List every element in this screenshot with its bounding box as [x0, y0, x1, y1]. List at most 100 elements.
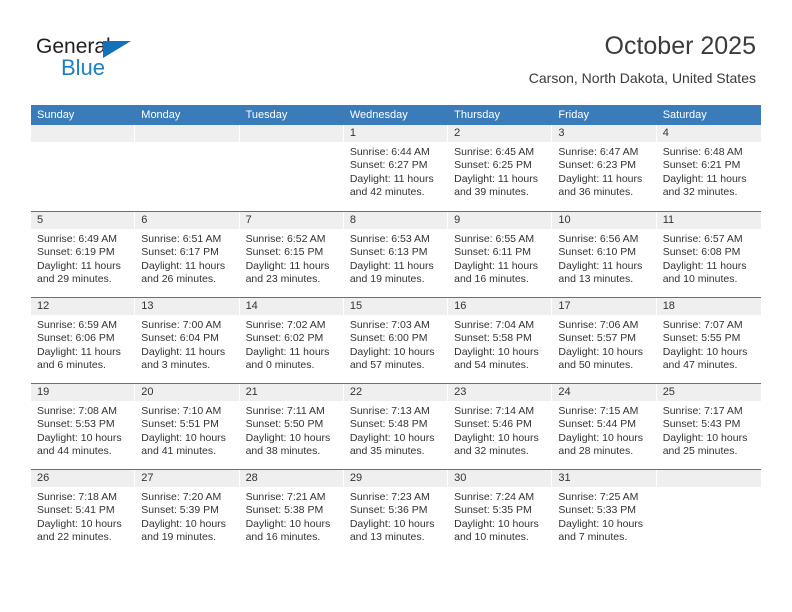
calendar-day-cell[interactable]: 17 Sunrise: 7:06 AM Sunset: 5:57 PM Dayligh… — [552, 298, 657, 383]
calendar-day-cell[interactable]: 13 Sunrise: 7:00 AM Sunset: 6:04 PM Dayligh… — [135, 298, 240, 383]
calendar-day-cell[interactable]: 24 Sunrise: 7:15 AM Sunset: 5:44 PM Dayligh… — [552, 384, 657, 469]
daylight-text-line2: and 57 minutes. — [349, 359, 425, 372]
calendar-day-cell[interactable]: 19 Sunrise: 7:08 AM Sunset: 5:53 PM Dayligh… — [31, 384, 136, 469]
day-sun-info: Sunrise: 7:00 AM Sunset: 6:04 PM Daylight:… — [135, 315, 239, 373]
calendar-day-cell[interactable]: 6 Sunrise: 6:51 AM Sunset: 6:17 PM Daylight… — [135, 212, 240, 297]
day-number-band: 22 — [343, 384, 449, 401]
sunset-text: Sunset: 5:33 PM — [558, 504, 637, 517]
sunset-text: Sunset: 5:36 PM — [349, 504, 428, 517]
sunset-text: Sunset: 5:51 PM — [141, 418, 219, 431]
sunrise-text: Sunrise: 7:24 AM — [454, 491, 535, 503]
day-number-band: 5 — [31, 212, 136, 229]
day-sun-info: Sunrise: 6:45 AM Sunset: 6:25 PM Daylight:… — [448, 142, 552, 200]
day-number: 10 — [558, 214, 571, 226]
calendar-day-cell[interactable]: 29 Sunrise: 7:23 AM Sunset: 5:36 PM Dayligh… — [343, 470, 449, 555]
day-number: 4 — [662, 127, 669, 139]
calendar-day-cell[interactable]: 12 Sunrise: 6:59 AM Sunset: 6:06 PM Dayligh… — [31, 298, 136, 383]
daylight-text-line1: Daylight: 11 hours — [245, 345, 330, 358]
page-subtitle: Carson, North Dakota, United States — [528, 70, 756, 86]
day-sun-info: Sunrise: 7:06 AM Sunset: 5:57 PM Daylight:… — [552, 315, 656, 373]
daylight-text-line2: and 35 minutes. — [349, 445, 425, 458]
sunrise-text: Sunrise: 7:21 AM — [245, 491, 326, 503]
sunset-text: Sunset: 5:38 PM — [245, 504, 324, 517]
day-number: 29 — [349, 472, 363, 484]
daylight-text-line1: Daylight: 10 hours — [349, 345, 435, 358]
calendar-day-cell[interactable]: 1 Sunrise: 6:44 AM Sunset: 6:27 PM Daylight… — [343, 125, 449, 211]
sunset-text: Sunset: 6:17 PM — [141, 246, 219, 259]
day-sun-info: Sunrise: 7:02 AM Sunset: 6:02 PM Daylight:… — [240, 315, 344, 373]
day-number: 5 — [37, 214, 44, 226]
calendar-week-row: 19 Sunrise: 7:08 AM Sunset: 5:53 PM Dayligh… — [31, 383, 761, 469]
calendar-day-cell[interactable]: 25 Sunrise: 7:17 AM Sunset: 5:43 PM Dayligh… — [656, 384, 761, 469]
weekday-header-monday: Monday — [141, 109, 181, 121]
calendar-day-cell[interactable]: 11 Sunrise: 6:57 AM Sunset: 6:08 PM Dayligh… — [656, 212, 761, 297]
calendar-day-cell[interactable]: 7 Sunrise: 6:52 AM Sunset: 6:15 PM Daylight… — [239, 212, 344, 297]
calendar-day-cell[interactable]: 28 Sunrise: 7:21 AM Sunset: 5:38 PM Dayligh… — [239, 470, 344, 555]
calendar-day-empty — [239, 125, 344, 211]
sunrise-text: Sunrise: 7:06 AM — [558, 319, 639, 331]
daylight-text-line1: Daylight: 10 hours — [245, 517, 331, 530]
sunset-text: Sunset: 5:58 PM — [454, 332, 532, 345]
calendar-day-cell[interactable]: 14 Sunrise: 7:02 AM Sunset: 6:02 PM Dayligh… — [239, 298, 344, 383]
calendar-day-cell[interactable]: 31 Sunrise: 7:25 AM Sunset: 5:33 PM Dayligh… — [552, 470, 657, 555]
day-sun-info: Sunrise: 7:04 AM Sunset: 5:58 PM Daylight:… — [448, 315, 552, 373]
day-number: 27 — [141, 472, 154, 484]
day-number-band: 16 — [448, 298, 553, 315]
calendar-day-cell[interactable]: 26 Sunrise: 7:18 AM Sunset: 5:41 PM Dayligh… — [31, 470, 136, 555]
day-number-band: 2 — [448, 125, 553, 142]
day-number: 7 — [245, 214, 252, 226]
calendar-day-cell[interactable]: 10 Sunrise: 6:56 AM Sunset: 6:10 PM Dayligh… — [552, 212, 657, 297]
day-number: 26 — [37, 472, 50, 484]
calendar-day-cell[interactable]: 3 Sunrise: 6:47 AM Sunset: 6:23 PM Daylight… — [552, 125, 657, 211]
day-sun-info: Sunrise: 6:44 AM Sunset: 6:27 PM Daylight:… — [344, 142, 448, 200]
calendar-day-cell[interactable]: 2 Sunrise: 6:45 AM Sunset: 6:25 PM Daylight… — [448, 125, 553, 211]
sunset-text: Sunset: 6:21 PM — [662, 159, 741, 172]
calendar-day-cell[interactable]: 5 Sunrise: 6:49 AM Sunset: 6:19 PM Daylight… — [31, 212, 136, 297]
day-number-band: 23 — [448, 384, 553, 401]
day-number-band: 17 — [552, 298, 657, 315]
daylight-text-line2: and 25 minutes. — [662, 445, 738, 458]
day-number-band: 10 — [552, 212, 657, 229]
calendar-day-cell[interactable]: 8 Sunrise: 6:53 AM Sunset: 6:13 PM Daylight… — [343, 212, 449, 297]
calendar-day-cell[interactable]: 27 Sunrise: 7:20 AM Sunset: 5:39 PM Dayligh… — [135, 470, 240, 555]
day-number-band — [31, 125, 136, 142]
calendar-day-cell[interactable]: 23 Sunrise: 7:14 AM Sunset: 5:46 PM Dayligh… — [448, 384, 553, 469]
day-number: 12 — [37, 300, 50, 312]
general-blue-logo[interactable]: General Blue — [36, 36, 206, 82]
calendar-day-cell[interactable]: 16 Sunrise: 7:04 AM Sunset: 5:58 PM Dayligh… — [448, 298, 553, 383]
day-number: 25 — [662, 386, 675, 398]
calendar-day-cell[interactable]: 30 Sunrise: 7:24 AM Sunset: 5:35 PM Dayligh… — [448, 470, 553, 555]
calendar-day-cell[interactable]: 15 Sunrise: 7:03 AM Sunset: 6:00 PM Dayligh… — [343, 298, 449, 383]
calendar-day-cell[interactable]: 20 Sunrise: 7:10 AM Sunset: 5:51 PM Dayligh… — [135, 384, 240, 469]
sunrise-text: Sunrise: 6:56 AM — [558, 233, 639, 245]
calendar-day-cell[interactable]: 18 Sunrise: 7:07 AM Sunset: 5:55 PM Dayligh… — [656, 298, 761, 383]
day-number-band — [135, 125, 240, 142]
sunrise-text: Sunrise: 6:53 AM — [349, 233, 430, 245]
daylight-text-line1: Daylight: 11 hours — [37, 345, 121, 358]
calendar-day-cell[interactable]: 21 Sunrise: 7:11 AM Sunset: 5:50 PM Dayligh… — [239, 384, 344, 469]
daylight-text-line1: Daylight: 10 hours — [349, 431, 435, 444]
weekday-header-thursday: Thursday — [454, 109, 500, 121]
daylight-text-line1: Daylight: 10 hours — [558, 431, 644, 444]
daylight-text-line2: and 16 minutes. — [245, 531, 321, 544]
calendar-week-row: 5 Sunrise: 6:49 AM Sunset: 6:19 PM Daylight… — [31, 211, 761, 297]
sunset-text: Sunset: 5:41 PM — [37, 504, 115, 517]
day-sun-info: Sunrise: 7:18 AM Sunset: 5:41 PM Daylight:… — [31, 487, 135, 545]
day-number-band: 29 — [343, 470, 449, 487]
daylight-text-line2: and 32 minutes. — [662, 186, 738, 199]
weekday-header-row: Sunday Monday Tuesday Wednesday Thursday Frid… — [31, 105, 761, 125]
daylight-text-line2: and 13 minutes. — [558, 273, 634, 286]
daylight-text-line2: and 47 minutes. — [662, 359, 738, 372]
day-sun-info: Sunrise: 7:10 AM Sunset: 5:51 PM Daylight:… — [135, 401, 239, 459]
calendar-day-cell[interactable]: 22 Sunrise: 7:13 AM Sunset: 5:48 PM Dayligh… — [343, 384, 449, 469]
daylight-text-line1: Daylight: 11 hours — [454, 259, 538, 272]
daylight-text-line2: and 10 minutes. — [454, 531, 529, 544]
calendar-day-cell[interactable]: 4 Sunrise: 6:48 AM Sunset: 6:21 PM Daylight… — [656, 125, 761, 211]
day-number: 17 — [558, 300, 571, 312]
weekday-header-tuesday: Tuesday — [245, 109, 288, 121]
day-number-band: 25 — [656, 384, 761, 401]
daylight-text-line2: and 28 minutes. — [558, 445, 634, 458]
calendar-day-cell[interactable]: 9 Sunrise: 6:55 AM Sunset: 6:11 PM Daylight… — [448, 212, 553, 297]
day-number-band: 15 — [343, 298, 449, 315]
daylight-text-line2: and 39 minutes. — [454, 186, 529, 199]
